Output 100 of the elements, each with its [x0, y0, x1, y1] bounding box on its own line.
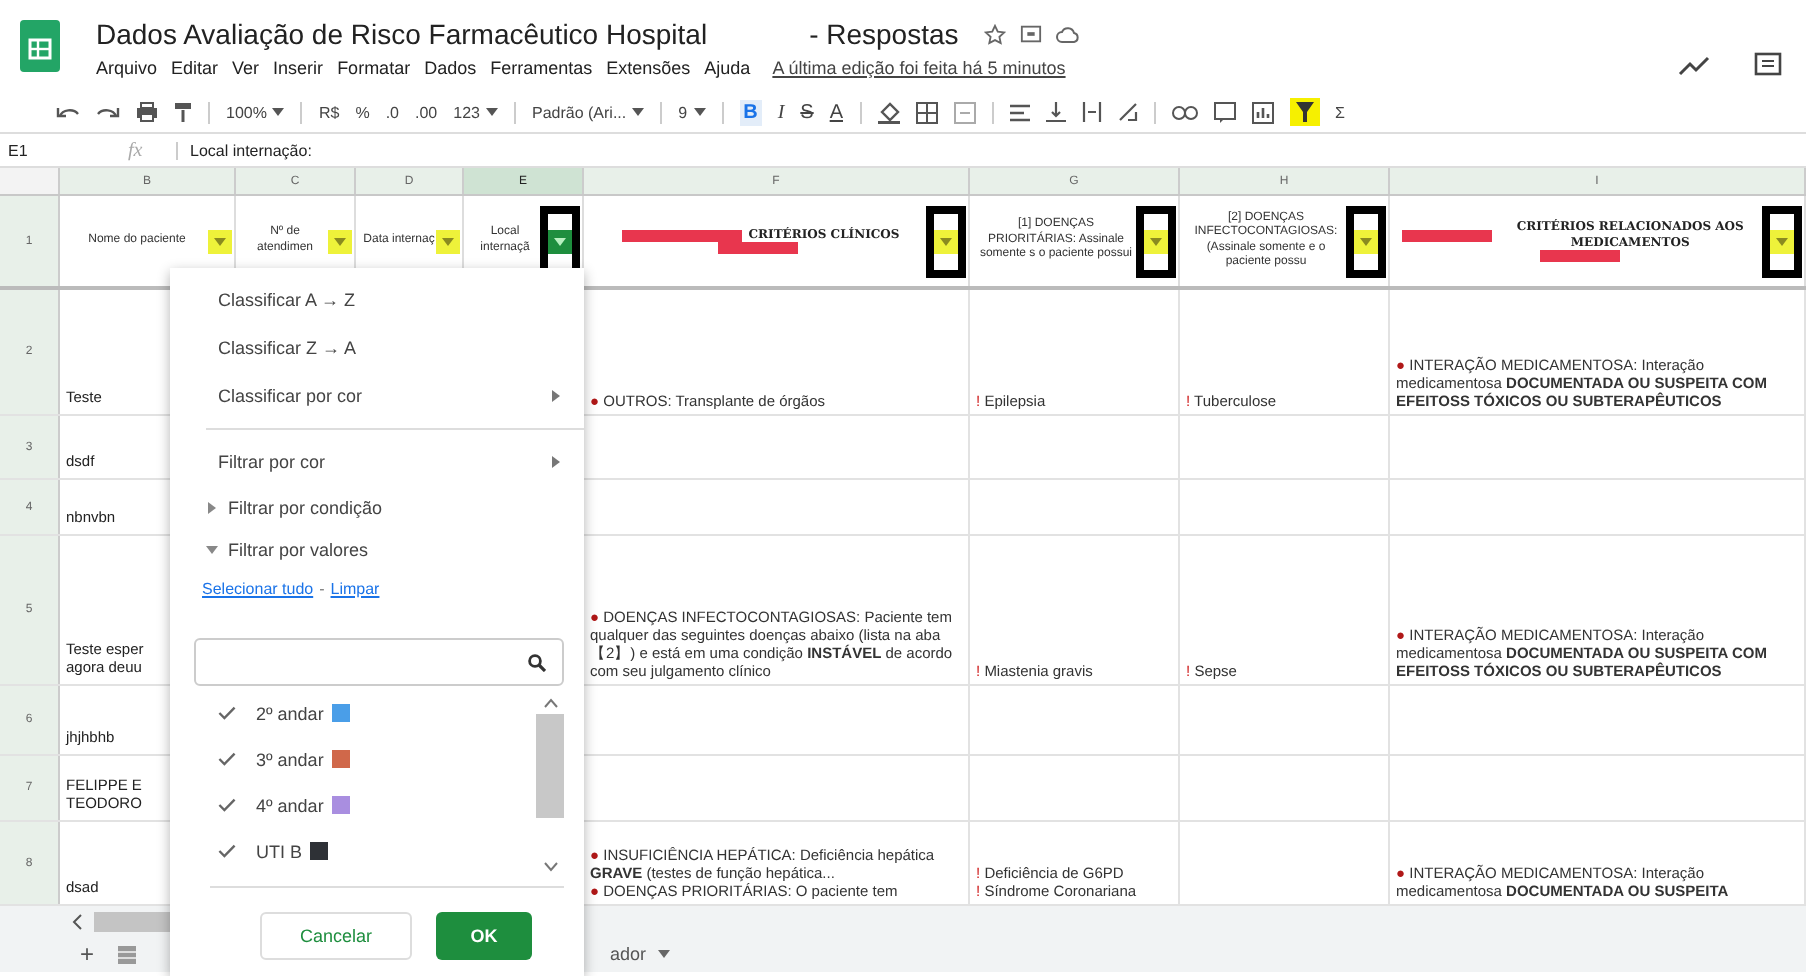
submenu-arrow-icon — [552, 456, 560, 468]
comment-icon[interactable] — [1213, 101, 1235, 123]
menu-item[interactable]: Dados — [424, 58, 477, 78]
menu-item[interactable]: Ajuda — [704, 58, 751, 78]
functions-button[interactable]: Σ — [1335, 103, 1345, 121]
bold-button[interactable]: B — [739, 99, 762, 125]
menu-item[interactable]: Classificar por cor — [170, 372, 584, 420]
italic-button[interactable]: I — [777, 101, 785, 123]
expand-arrow-icon[interactable] — [206, 501, 218, 513]
filter-value-item[interactable]: 3º andar — [210, 736, 536, 782]
filter-value-item[interactable]: UTI B — [210, 828, 536, 874]
search-icon — [528, 653, 546, 671]
filter-button[interactable] — [1762, 205, 1802, 277]
decrease-decimals-button[interactable]: .0 — [385, 103, 399, 121]
caret-icon — [334, 237, 346, 245]
menu-item[interactable]: Ferramentas — [490, 58, 593, 78]
scrollbar-thumb[interactable] — [94, 911, 174, 931]
sheets-logo-icon[interactable] — [20, 20, 60, 72]
caret-icon — [554, 237, 566, 245]
checkmark-icon[interactable] — [218, 844, 236, 858]
menu-item[interactable]: Formatar — [337, 58, 411, 78]
caret-icon — [632, 108, 645, 116]
value-label: 2º andar — [256, 703, 324, 723]
text-color-button[interactable]: A — [829, 101, 843, 123]
caret-icon — [940, 237, 952, 245]
fill-color-icon[interactable] — [877, 101, 899, 123]
formula-field[interactable]: Local internação: — [176, 141, 312, 159]
caret-icon — [658, 950, 671, 958]
align-icon[interactable] — [1009, 103, 1029, 121]
cloud-icon[interactable] — [1056, 25, 1081, 43]
redo-icon[interactable] — [96, 104, 120, 120]
caret-icon — [1776, 237, 1788, 245]
caret-icon — [272, 108, 285, 116]
scroll-down-icon[interactable] — [543, 862, 557, 872]
increase-decimals-button[interactable]: .00 — [415, 103, 438, 121]
caret-icon — [1150, 237, 1162, 245]
chart-icon[interactable] — [1251, 101, 1273, 123]
menu-item[interactable]: Filtrar por cor — [170, 438, 584, 486]
cancel-button[interactable]: Cancelar — [260, 912, 412, 960]
borders-icon[interactable] — [915, 101, 937, 123]
vertical-align-icon[interactable] — [1045, 102, 1065, 122]
menu-item[interactable]: Classificar A → Z — [170, 276, 584, 324]
checkmark-icon[interactable] — [218, 798, 236, 812]
filter-toggle[interactable] — [1289, 98, 1319, 126]
zoom-dropdown[interactable]: 100% — [226, 103, 285, 121]
value-label: UTI B — [256, 841, 303, 861]
caret-icon — [693, 108, 706, 116]
menu-item[interactable]: Arquivo — [96, 58, 158, 78]
print-icon[interactable] — [136, 102, 158, 122]
sheet-tab[interactable]: ador — [610, 944, 671, 964]
caret-icon — [442, 237, 454, 245]
checkmark-icon[interactable] — [218, 706, 236, 720]
fx-label: fx — [128, 139, 145, 161]
checkmark-icon[interactable] — [218, 752, 236, 766]
filter-value-item[interactable]: 2º andar — [210, 690, 536, 736]
caret-icon — [485, 108, 498, 116]
search-field[interactable] — [194, 638, 564, 686]
menu-item[interactable]: Extensões — [606, 58, 691, 78]
sheet-list-icon[interactable] — [118, 945, 137, 963]
undo-icon[interactable] — [56, 104, 80, 120]
caret-icon — [214, 237, 226, 245]
value-label: 3º andar — [256, 749, 324, 769]
trend-icon[interactable] — [1678, 56, 1710, 76]
submenu-arrow-icon — [552, 390, 560, 402]
menu-item[interactable]: Inserir — [273, 58, 324, 78]
link-icon[interactable] — [1171, 105, 1197, 119]
expand-arrow-icon[interactable] — [206, 543, 218, 555]
menu-item[interactable]: Classificar Z → A — [170, 324, 584, 372]
percent-button[interactable]: % — [355, 103, 370, 121]
wrap-icon[interactable] — [1081, 102, 1101, 122]
clear-link[interactable]: Limpar — [330, 580, 380, 598]
menu-item[interactable]: Filtrar por condição — [170, 486, 584, 528]
star-icon[interactable] — [984, 23, 1007, 45]
number-format-dropdown[interactable]: 123 — [453, 103, 498, 121]
rotate-icon[interactable] — [1117, 102, 1137, 122]
filter-value-item[interactable]: 4º andar — [210, 782, 536, 828]
scroll-left-button[interactable] — [72, 913, 82, 929]
select-all-link[interactable]: Selecionar tudo — [202, 580, 314, 598]
strikethrough-button[interactable]: S — [800, 101, 814, 123]
redaction-bar — [1402, 229, 1493, 241]
cell-reference[interactable]: E1 — [0, 141, 128, 159]
add-sheet-button[interactable]: + — [80, 940, 95, 968]
font-size-dropdown[interactable]: 9 — [678, 103, 706, 121]
redaction-bar — [1539, 250, 1619, 262]
document-subtitle: - Respostas — [809, 18, 959, 50]
document-title[interactable]: Dados Avaliação de Risco Farmacêutico Hospital — [96, 18, 708, 50]
paint-format-icon[interactable] — [174, 101, 192, 123]
currency-button[interactable]: R$ — [318, 103, 340, 121]
caret-icon — [1360, 237, 1372, 245]
folder-icon[interactable] — [1020, 24, 1043, 44]
menu-item[interactable]: Editar — [171, 58, 219, 78]
ok-button[interactable]: OK — [436, 912, 532, 960]
value-label: 4º andar — [256, 795, 324, 815]
menu-item[interactable]: Ver — [232, 58, 260, 78]
scroll-up-icon[interactable] — [543, 698, 557, 708]
comment-icon[interactable] — [1754, 52, 1782, 80]
last-edit-link[interactable]: A última edição foi feita há 5 minutos — [772, 58, 1066, 78]
menu-item[interactable]: Filtrar por valores — [170, 528, 584, 570]
link-separator: - — [319, 580, 325, 598]
font-dropdown[interactable]: Padrão (Ari... — [531, 103, 645, 121]
